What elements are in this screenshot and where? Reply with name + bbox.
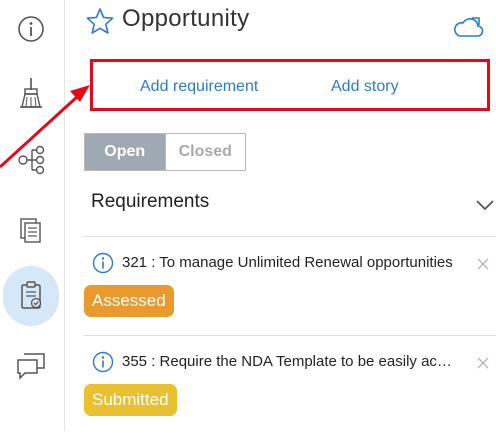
- cloud-icon[interactable]: [452, 14, 484, 40]
- documents-icon[interactable]: [14, 214, 48, 248]
- requirement-title[interactable]: 321 : To manage Unlimited Renewal opport…: [122, 254, 454, 271]
- status-badge: Assessed: [84, 285, 174, 317]
- clipboard-check-icon[interactable]: [14, 279, 48, 313]
- broom-icon[interactable]: [14, 76, 48, 110]
- chat-icon[interactable]: [14, 348, 48, 382]
- close-icon[interactable]: [476, 356, 490, 370]
- page-title: Opportunity: [122, 5, 250, 32]
- tab-closed[interactable]: Closed: [164, 134, 245, 170]
- chevron-down-icon[interactable]: [474, 197, 496, 213]
- tab-open[interactable]: Open: [85, 134, 165, 170]
- left-icon-rail: [0, 0, 65, 431]
- hierarchy-icon[interactable]: [14, 143, 48, 177]
- info-icon[interactable]: [14, 12, 48, 46]
- close-icon[interactable]: [476, 257, 490, 271]
- info-icon[interactable]: [92, 252, 114, 274]
- info-icon[interactable]: [92, 351, 114, 373]
- requirements-heading: Requirements: [91, 191, 210, 212]
- list-item[interactable]: 355 : Require the NDA Template to be eas…: [84, 336, 496, 434]
- status-badge: Submitted: [84, 384, 177, 416]
- list-item[interactable]: 321 : To manage Unlimited Renewal opport…: [84, 237, 496, 335]
- add-requirement-link[interactable]: Add requirement: [140, 78, 258, 96]
- add-story-link[interactable]: Add story: [331, 78, 399, 96]
- star-outline-icon[interactable]: [84, 6, 116, 38]
- open-closed-toggle: Open Closed: [84, 133, 246, 171]
- requirement-title[interactable]: 355 : Require the NDA Template to be eas…: [122, 353, 454, 370]
